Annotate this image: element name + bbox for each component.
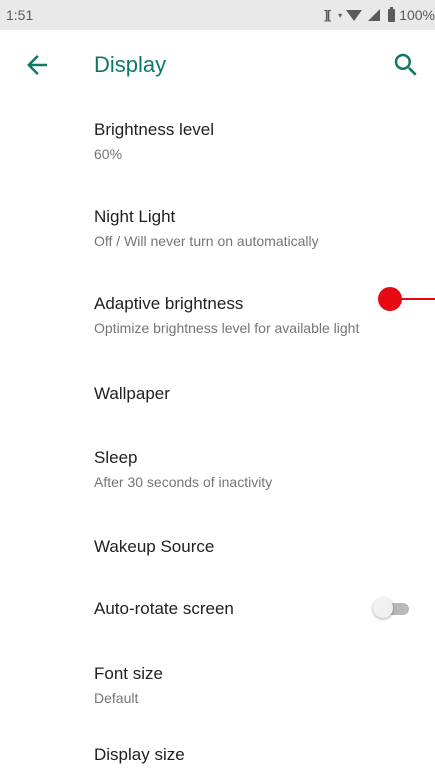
setting-summary: 60% xyxy=(94,146,123,162)
setting-title: Wakeup Source xyxy=(94,537,215,556)
back-button[interactable] xyxy=(22,50,52,80)
setting-display-size[interactable]: Display size xyxy=(0,724,435,769)
cell-signal-icon xyxy=(368,9,381,21)
setting-font-size[interactable]: Font size Default xyxy=(0,640,435,724)
setting-wakeup-source[interactable]: Wakeup Source xyxy=(0,516,435,578)
touch-indicator xyxy=(378,287,402,311)
setting-summary: Optimize brightness level for available … xyxy=(94,320,360,336)
search-icon xyxy=(394,53,417,76)
setting-title: Display size xyxy=(94,745,185,764)
setting-title: Brightness level xyxy=(94,120,215,139)
setting-summary: After 30 seconds of inactivity xyxy=(94,474,273,490)
status-time: 1:51 xyxy=(6,7,34,23)
setting-adaptive-brightness[interactable]: Adaptive brightness Optimize brightness … xyxy=(0,274,435,360)
setting-title: Sleep xyxy=(94,448,138,467)
toggle-thumb xyxy=(373,598,393,618)
setting-title: Auto-rotate screen xyxy=(94,599,234,618)
setting-wallpaper[interactable]: Wallpaper xyxy=(0,360,435,430)
wifi-icon xyxy=(346,9,363,21)
battery-percentage: 100% xyxy=(399,7,435,23)
auto-rotate-toggle[interactable] xyxy=(373,598,411,620)
setting-auto-rotate-screen[interactable]: Auto-rotate screen xyxy=(0,578,435,640)
setting-sleep[interactable]: Sleep After 30 seconds of inactivity xyxy=(0,430,435,516)
search-button[interactable] xyxy=(391,50,421,80)
data-arrows-icon: ▾ xyxy=(338,10,343,20)
setting-night-light[interactable]: Night Light Off / Will never turn on aut… xyxy=(0,188,435,274)
status-bar: 1:51 ][ ▾ 100% xyxy=(0,0,435,30)
setting-summary: Off / Will never turn on automatically xyxy=(94,233,319,249)
setting-title: Wallpaper xyxy=(94,384,170,403)
setting-title: Adaptive brightness xyxy=(94,294,244,313)
setting-title: Font size xyxy=(94,664,163,683)
scan-icon: ][ xyxy=(324,8,331,22)
page-title: Display xyxy=(94,52,167,77)
app-toolbar: Display xyxy=(0,30,435,102)
arrow-left-icon xyxy=(27,55,47,75)
setting-title: Night Light xyxy=(94,207,176,226)
battery-icon xyxy=(388,6,396,22)
display-settings-screen: 1:51 ][ ▾ 100% Display Brightness level … xyxy=(0,0,435,769)
status-icons: ][ ▾ 100% xyxy=(324,5,435,25)
setting-summary: Default xyxy=(94,690,139,706)
setting-brightness-level[interactable]: Brightness level 60% xyxy=(0,102,435,188)
